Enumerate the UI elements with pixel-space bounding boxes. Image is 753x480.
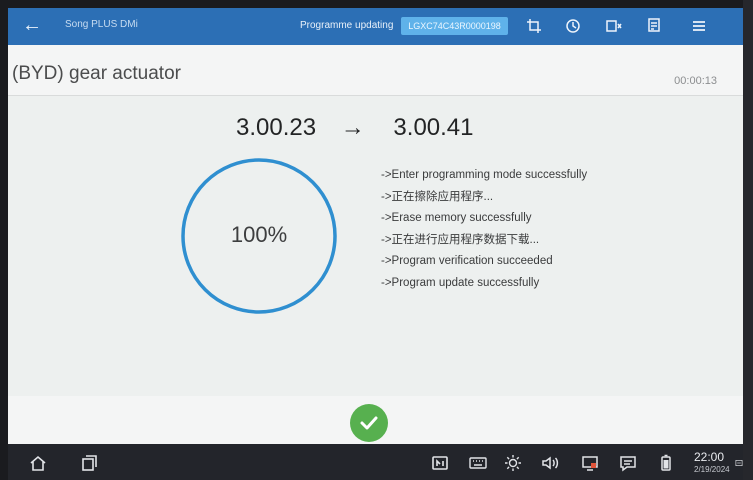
log-line: ->Enter programming mode successfully <box>381 169 588 181</box>
vci-icon[interactable] <box>605 17 623 35</box>
clock-time: 22:00 <box>694 450 725 464</box>
update-log: ->Enter programming mode successfully ->… <box>381 166 587 295</box>
version-from: 3.00.23 <box>236 114 317 141</box>
arrow-right-icon: → <box>340 114 365 141</box>
screen-record-icon[interactable] <box>580 453 600 473</box>
log-line: ->正在进行应用程序数据下载... <box>381 233 540 246</box>
log-line: ->正在擦除应用程序... <box>381 190 494 203</box>
title-bar: (BYD) gear actuator 00:00:13 <box>8 45 743 96</box>
log-line: ->Program update successfully <box>381 276 540 289</box>
back-arrow-icon[interactable]: ← <box>22 14 42 37</box>
screenshot-icon[interactable] <box>525 17 543 35</box>
menu-icon[interactable] <box>690 17 708 35</box>
vehicle-name: Song PLUS DMi <box>65 19 138 30</box>
report-icon[interactable] <box>646 17 664 35</box>
recent-apps-icon[interactable] <box>79 453 99 473</box>
progress-percent: 100% <box>230 222 288 247</box>
log-line: ->Program verification succeeded <box>381 255 553 267</box>
vin-badge: LGXC74C43R0000198 <box>401 17 508 35</box>
clock-date: 2/19/2024 <box>694 465 730 474</box>
status-text: Programme updating <box>300 20 394 31</box>
confirm-button[interactable] <box>350 404 388 442</box>
home-icon[interactable] <box>28 453 48 473</box>
message-icon[interactable] <box>618 453 638 473</box>
brightness-icon[interactable] <box>503 453 523 473</box>
log-line: ->Erase memory successfully <box>381 212 532 224</box>
check-icon <box>360 416 378 430</box>
system-taskbar: 22:00 2/19/2024 <box>8 444 743 480</box>
history-icon[interactable] <box>564 17 582 35</box>
version-to: 3.00.41 <box>393 114 474 141</box>
app-switch-icon[interactable] <box>430 453 450 473</box>
volume-icon[interactable] <box>540 453 560 473</box>
top-bar: ← Song PLUS DMi Programme updating LGXC7… <box>8 8 743 45</box>
device-bezel <box>743 0 753 480</box>
battery-icon <box>656 453 676 473</box>
elapsed-timer: 00:00:13 <box>674 75 717 87</box>
page-title: (BYD) gear actuator <box>12 63 181 84</box>
exit-icon[interactable] <box>735 453 743 473</box>
app-screen: ← Song PLUS DMi Programme updating LGXC7… <box>8 8 743 480</box>
system-clock: 22:00 2/19/2024 <box>694 450 730 474</box>
keyboard-icon[interactable] <box>468 453 488 473</box>
update-panel: 3.00.23 → 3.00.41 100% ->Enter programmi… <box>8 96 743 396</box>
version-change: 3.00.23 → 3.00.41 <box>236 114 474 142</box>
